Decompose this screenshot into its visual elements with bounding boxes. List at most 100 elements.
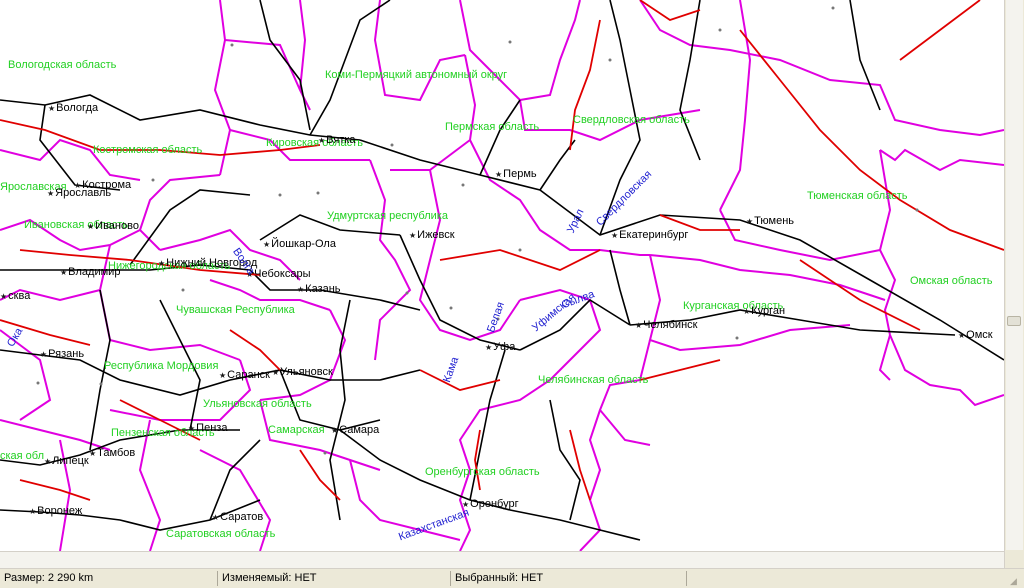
city-name: Йошкар-Ола	[271, 238, 336, 250]
region-label: Свердловская область	[573, 114, 690, 126]
city-name: Владимир	[68, 266, 121, 278]
city-name: Екатеринбург	[619, 229, 689, 241]
city-marker-icon: ★	[746, 217, 754, 226]
region-label: Оренбургская область	[425, 466, 540, 478]
city-name: Омск	[966, 329, 993, 341]
city-marker-icon: ★	[87, 222, 95, 231]
highway	[19, 479, 91, 501]
highway	[799, 259, 921, 331]
region-border	[879, 148, 1004, 172]
city-label[interactable]: ★Казань	[297, 283, 341, 296]
city-marker-icon: ★	[331, 426, 339, 435]
city-name: Ульяновск	[280, 366, 333, 378]
region-border	[889, 334, 1004, 407]
region-label: Костромская область	[93, 144, 203, 156]
city-label[interactable]: ★Самара	[331, 424, 379, 437]
city-marker-icon: ★	[47, 189, 55, 198]
status-empty	[687, 571, 1009, 586]
city-label[interactable]: ★Челябинск	[635, 319, 697, 332]
railway	[479, 99, 521, 176]
region-border	[719, 0, 752, 211]
resize-grip-icon[interactable]: ◢	[1010, 576, 1020, 586]
city-name: Вятка	[326, 134, 356, 146]
region-label: Чувашская Республика	[176, 304, 295, 316]
city-label[interactable]: ★Ярославль	[47, 187, 111, 200]
city-label[interactable]: ★Иваново	[87, 220, 139, 233]
highway	[299, 449, 341, 501]
city-label[interactable]: ★Саранск	[219, 369, 270, 382]
city-label[interactable]: ★Вологда	[48, 102, 98, 115]
region-border	[373, 0, 466, 102]
highway	[639, 0, 701, 21]
region-border	[224, 39, 311, 111]
city-marker-icon: ★	[743, 307, 751, 316]
city-name: Оренбург	[470, 498, 519, 510]
city-marker-icon: ★	[60, 268, 68, 277]
highway	[899, 0, 981, 61]
region-border	[259, 309, 347, 401]
city-name: Тюмень	[754, 215, 795, 227]
city-marker-icon: ★	[263, 240, 271, 249]
region-border	[213, 0, 232, 176]
city-marker-icon: ★	[318, 136, 326, 145]
city-name: Уфа	[493, 341, 516, 353]
horizontal-scrollbar[interactable]	[0, 551, 1004, 568]
city-label[interactable]: ★Пермь	[495, 168, 537, 181]
region-border	[598, 339, 651, 446]
region-border	[878, 334, 891, 381]
region-label: ская обл	[0, 450, 45, 462]
city-name: Ярославль	[55, 187, 112, 199]
region-label: Удмуртская республика	[327, 210, 448, 222]
region-label: Тюменская область	[807, 190, 908, 202]
region-border	[369, 159, 412, 361]
city-marker-icon: ★	[212, 513, 220, 522]
scroll-corner	[1005, 550, 1024, 568]
region-label: Ульяновская область	[203, 398, 312, 410]
region-border	[99, 289, 241, 361]
city-name: Чебоксары	[254, 268, 311, 280]
city-marker-icon: ★	[272, 368, 280, 377]
railway	[549, 399, 581, 521]
city-name: Пенза	[196, 422, 228, 434]
city-name: Тамбов	[97, 447, 136, 459]
city-label[interactable]: ★Тюмень	[746, 215, 794, 228]
region-border	[639, 0, 1004, 137]
city-marker-icon: ★	[958, 331, 966, 340]
city-label[interactable]: ★Ульяновск	[272, 366, 333, 379]
city-label[interactable]: ★Пенза	[188, 422, 227, 435]
status-bar: Размер: 2 290 km Изменяемый: НЕТ Выбранн…	[0, 568, 1024, 588]
city-name: Пермь	[503, 168, 537, 180]
highway	[229, 329, 281, 371]
scroll-track[interactable]	[1006, 0, 1023, 550]
city-marker-icon: ★	[44, 457, 52, 466]
railway	[679, 0, 701, 161]
city-label[interactable]: ★Рязань	[40, 348, 84, 361]
city-label[interactable]: ★Курган	[743, 305, 785, 318]
city-marker-icon: ★	[297, 285, 305, 294]
region-label: Коми-Пермяцкий автономный округ	[325, 69, 508, 81]
city-label[interactable]: ★Оренбург	[462, 498, 519, 511]
city-marker-icon: ★	[29, 507, 37, 516]
city-label[interactable]: ★Воронеж	[29, 505, 82, 518]
city-name: сква	[8, 290, 31, 302]
city-label[interactable]: ★Омск	[958, 329, 993, 342]
city-label[interactable]: ★Ижевск	[409, 229, 455, 242]
map-canvas[interactable]: Вологодская область Коми-Пермяцкий автоно…	[0, 0, 1004, 551]
city-label[interactable]: ★Уфа	[485, 341, 515, 354]
city-marker-icon: ★	[219, 371, 227, 380]
city-label[interactable]: ★Вятка	[318, 134, 356, 147]
city-label[interactable]: ★Тамбов	[89, 447, 135, 460]
city-label[interactable]: ★Йошкар-Ола	[263, 238, 336, 251]
railway	[209, 439, 261, 521]
city-label[interactable]: ★Липецк	[44, 455, 89, 468]
region-border	[138, 174, 221, 251]
city-name: Вологда	[56, 102, 99, 114]
city-label[interactable]: ★Екатеринбург	[611, 229, 688, 242]
city-marker-icon: ★	[485, 343, 493, 352]
city-label[interactable]: ★сква	[0, 290, 30, 303]
scroll-thumb[interactable]	[1007, 316, 1021, 326]
vertical-scrollbar[interactable]	[1004, 0, 1024, 568]
city-label[interactable]: ★Саратов	[212, 511, 263, 524]
city-label[interactable]: ★Владимир	[60, 266, 120, 279]
city-marker-icon: ★	[635, 321, 643, 330]
